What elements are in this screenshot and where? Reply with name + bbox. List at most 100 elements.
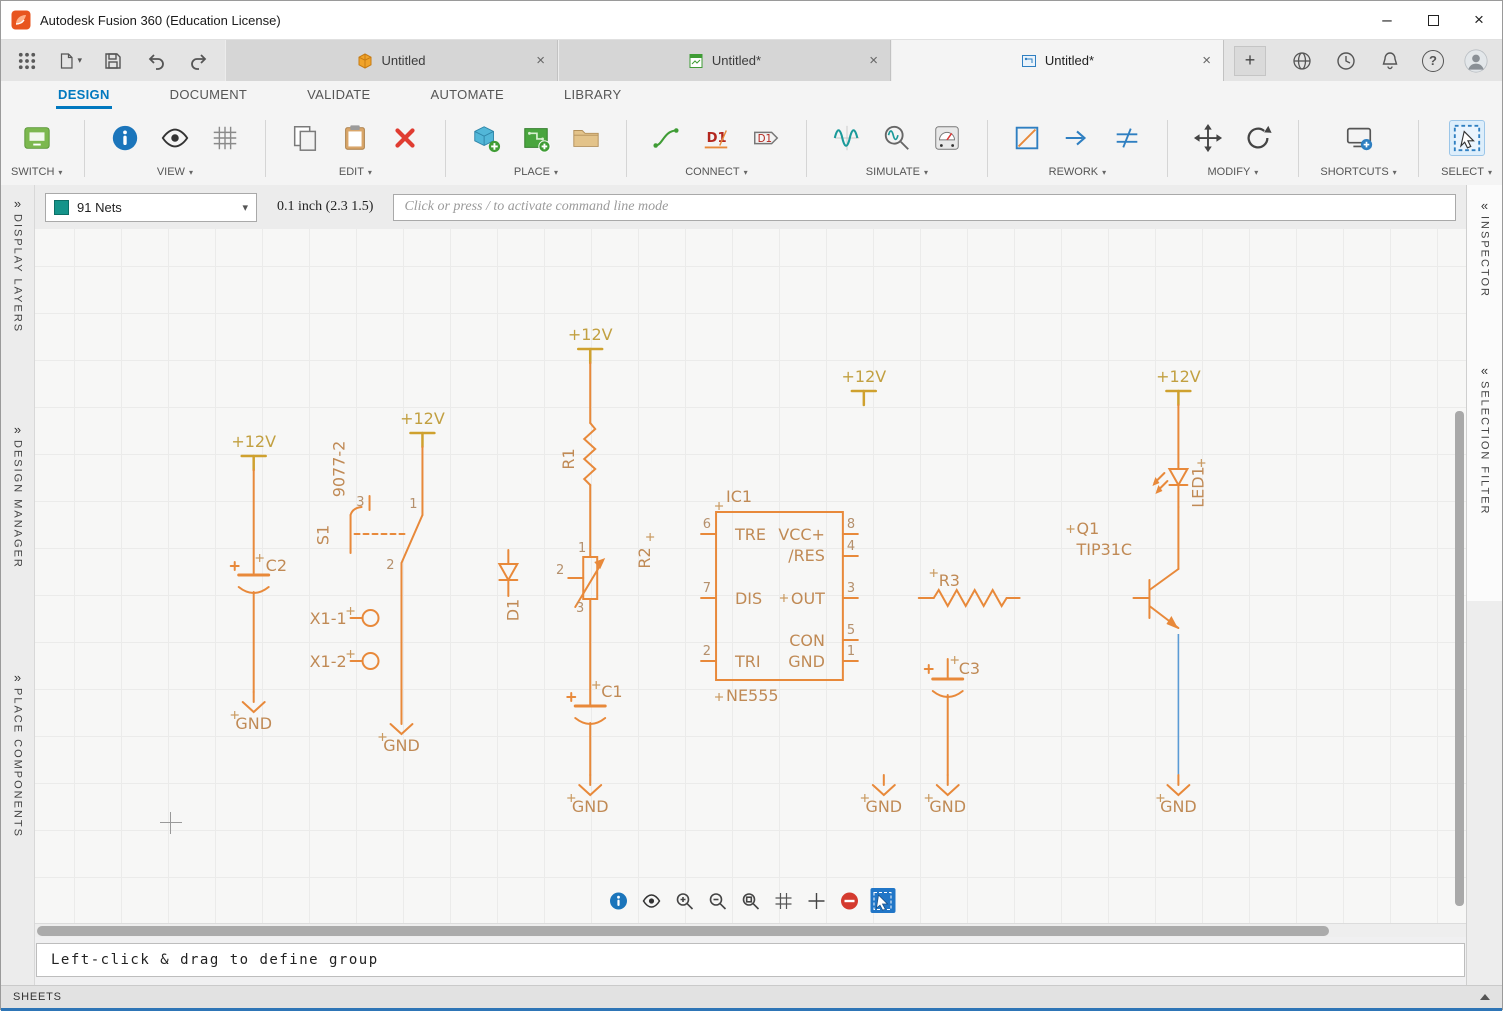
view-group-label[interactable]: VIEW▾ [157,164,193,185]
place-library-button[interactable] [568,120,604,156]
canvas-grid-button[interactable] [771,888,796,913]
shortcuts-group-label[interactable]: SHORTCUTS▾ [1320,164,1396,185]
grid-settings-button[interactable] [207,120,243,156]
select-mode-button[interactable] [870,888,895,913]
connect-group-label[interactable]: CONNECT▾ [685,164,747,185]
selection-filter-collapse-icon[interactable]: « [1481,358,1488,381]
vcc-symbol[interactable]: +12V [400,409,445,447]
tab-untitled-3-active[interactable]: Untitled* × [891,40,1224,81]
delete-button[interactable] [387,120,423,156]
origin-button[interactable] [804,888,829,913]
account-avatar[interactable] [1464,49,1488,73]
vertical-scrollbar[interactable] [1455,411,1464,906]
tab-close-icon[interactable]: × [536,52,545,69]
rework-group-label[interactable]: REWORK▾ [1049,164,1107,185]
tab-close-icon[interactable]: × [1202,52,1211,69]
gnd-symbol[interactable]: GND [861,775,902,816]
name-tool-button[interactable]: D1 [698,120,734,156]
tab-untitled-1[interactable]: Untitled × [225,40,558,81]
panel-place-components[interactable]: PLACE COMPONENTS [12,688,24,838]
switch-tool-button[interactable] [19,120,55,156]
modify-group-label[interactable]: MODIFY▾ [1208,164,1259,185]
schematic-canvas[interactable]: +12V +12V +12V +12V +12V [35,229,1466,923]
gnd-symbol[interactable]: GND [567,775,608,816]
vcc-symbol[interactable]: +12V [1156,367,1201,405]
stop-command-button[interactable] [837,888,862,913]
display-layers-expand-icon[interactable]: » [14,191,21,214]
edit-group-label[interactable]: EDIT▾ [339,164,372,185]
panel-display-layers[interactable]: DISPLAY LAYERS [12,214,24,333]
paste-button[interactable] [337,120,373,156]
gnd-symbol[interactable]: GND [379,714,420,755]
menu-validate[interactable]: VALIDATE [305,83,372,109]
component-led1[interactable]: LED1 [1152,459,1207,508]
menu-library[interactable]: LIBRARY [562,83,624,109]
job-status-button[interactable] [1334,49,1358,73]
panel-inspector[interactable]: INSPECTOR [1479,216,1491,298]
panel-selection-filter[interactable]: SELECTION FILTER [1479,381,1491,515]
component-s1[interactable]: S1 9077-2 3 1 2 [314,441,423,573]
zoom-fit-button[interactable] [738,888,763,913]
minimize-button[interactable]: – [1364,1,1410,39]
copy-button[interactable] [287,120,323,156]
tab-untitled-2[interactable]: Untitled* × [558,40,891,81]
layer-selector[interactable]: 91 Nets ▾ [45,193,257,222]
rework-route-button[interactable] [1059,120,1095,156]
rotate-button[interactable] [1240,120,1276,156]
component-ic1[interactable]: 6 7 2 8 4 3 5 1 TRE VCC+ /RES DIS OUT CO… [701,487,858,705]
net-tool-button[interactable] [648,120,684,156]
vcc-symbol[interactable]: +12V [842,367,887,405]
save-button[interactable] [101,49,125,73]
panel-design-manager[interactable]: DESIGN MANAGER [12,440,24,569]
place-components-expand-icon[interactable]: » [14,665,21,688]
app-grid-button[interactable] [15,49,39,73]
simulate-group-label[interactable]: SIMULATE▾ [866,164,928,185]
tab-close-icon[interactable]: × [869,52,878,69]
component-c1[interactable]: C1 [567,681,622,724]
info-button[interactable] [107,120,143,156]
vcc-symbol[interactable]: +12V [231,432,276,470]
command-line-input[interactable] [393,194,1456,221]
place-component-button[interactable] [468,120,504,156]
zoom-out-button[interactable] [705,888,730,913]
canvas-eye-button[interactable] [639,888,664,913]
canvas-info-button[interactable] [606,888,631,913]
file-menu-button[interactable]: ▾ [58,49,82,73]
component-r2[interactable]: 1 2 3 R2 [556,533,654,616]
simulate-meter-button[interactable] [929,120,965,156]
help-button[interactable]: ? [1422,50,1444,72]
rework-change-button[interactable] [1009,120,1045,156]
design-manager-expand-icon[interactable]: » [14,417,21,440]
horizontal-scrollbar[interactable] [35,923,1466,937]
switch-group-label[interactable]: SWITCH▾ [11,164,62,185]
web-button[interactable] [1290,49,1314,73]
shortcuts-button[interactable] [1341,120,1377,156]
eye-button[interactable] [157,120,193,156]
component-r1[interactable]: R1 [559,423,595,485]
vcc-symbol[interactable]: +12V [568,325,613,363]
redo-button[interactable] [187,49,211,73]
component-x1-2[interactable]: X1-2 [310,650,379,671]
horizontal-scrollbar-thumb[interactable] [37,926,1329,936]
select-group-label[interactable]: SELECT▾ [1441,164,1492,185]
gnd-symbol[interactable]: GND [1156,775,1196,816]
component-q1[interactable]: Q1 TIP31C [1067,507,1179,629]
move-button[interactable] [1190,120,1226,156]
inspector-collapse-icon[interactable]: « [1481,193,1488,216]
maximize-button[interactable] [1410,1,1456,39]
menu-design[interactable]: DESIGN [56,83,112,109]
new-tab-button[interactable]: + [1234,46,1266,76]
component-r3[interactable]: R3 [919,569,1020,606]
label-tool-button[interactable]: D1 [748,120,784,156]
simulate-source-button[interactable] [829,120,865,156]
place-group-label[interactable]: PLACE▾ [514,164,558,185]
simulate-probe-button[interactable] [879,120,915,156]
component-d1[interactable]: D1 [499,550,522,621]
component-c3[interactable]: C3 [925,656,980,697]
gnd-symbol[interactable]: GND [925,775,966,816]
menu-document[interactable]: DOCUMENT [168,83,250,109]
component-c2[interactable]: C2 [231,554,287,593]
component-x1-1[interactable]: X1-1 [310,607,379,628]
undo-button[interactable] [144,49,168,73]
menu-automate[interactable]: AUTOMATE [429,83,506,109]
